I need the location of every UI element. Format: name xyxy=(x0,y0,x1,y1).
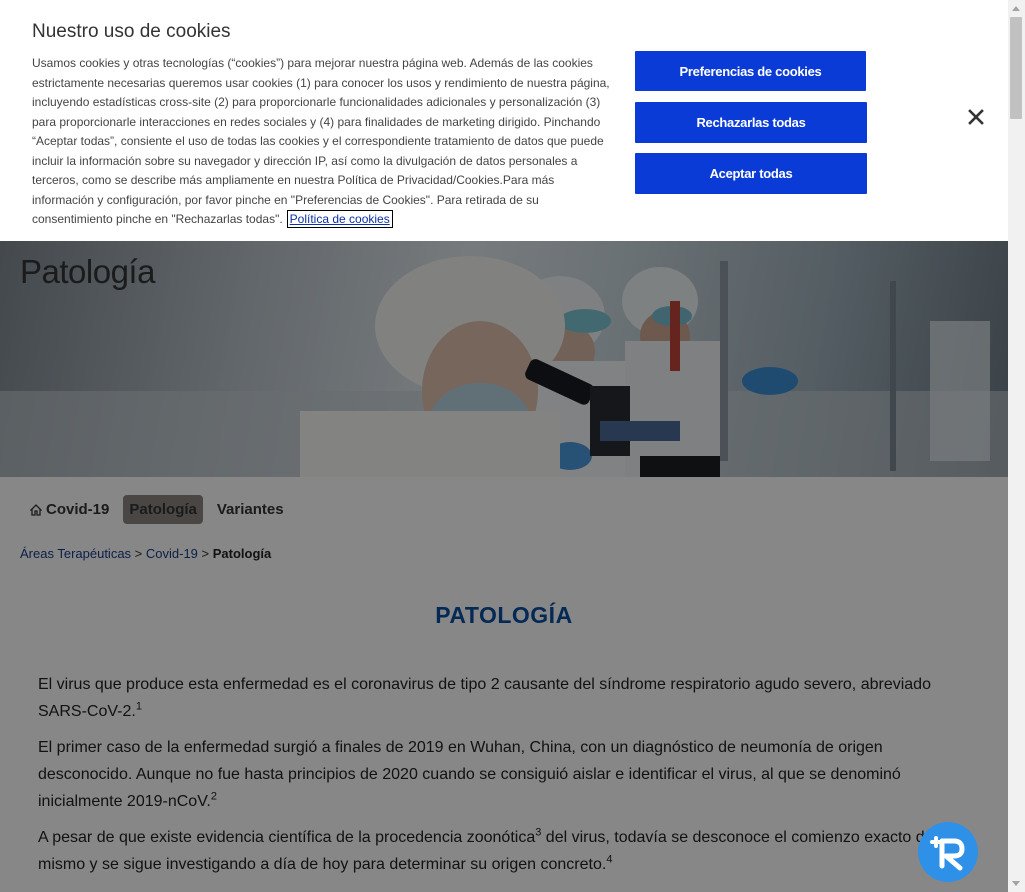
chatbot-icon xyxy=(930,836,965,871)
cookie-policy-link[interactable]: Política de cookies xyxy=(286,210,393,228)
scrollbar[interactable] xyxy=(1008,0,1025,892)
reject-all-button[interactable]: Rechazarlas todas xyxy=(635,102,867,143)
cookie-preferences-button[interactable]: Preferencias de cookies xyxy=(635,51,866,91)
scroll-down-arrow-icon[interactable] xyxy=(1012,881,1020,886)
scroll-up-arrow-icon[interactable] xyxy=(1012,6,1020,11)
cookie-banner-text: Usamos cookies y otras tecnologías (“coo… xyxy=(32,54,610,230)
chatbot-button[interactable] xyxy=(918,822,978,882)
scroll-thumb[interactable] xyxy=(1010,17,1022,119)
close-icon[interactable] xyxy=(966,107,986,127)
accept-all-button[interactable]: Aceptar todas xyxy=(635,153,867,194)
cookie-banner-title: Nuestro uso de cookies xyxy=(32,21,231,42)
cookie-banner: Nuestro uso de cookies Usamos cookies y … xyxy=(0,0,1008,241)
cookie-description: Usamos cookies y otras tecnologías (“coo… xyxy=(32,56,610,226)
